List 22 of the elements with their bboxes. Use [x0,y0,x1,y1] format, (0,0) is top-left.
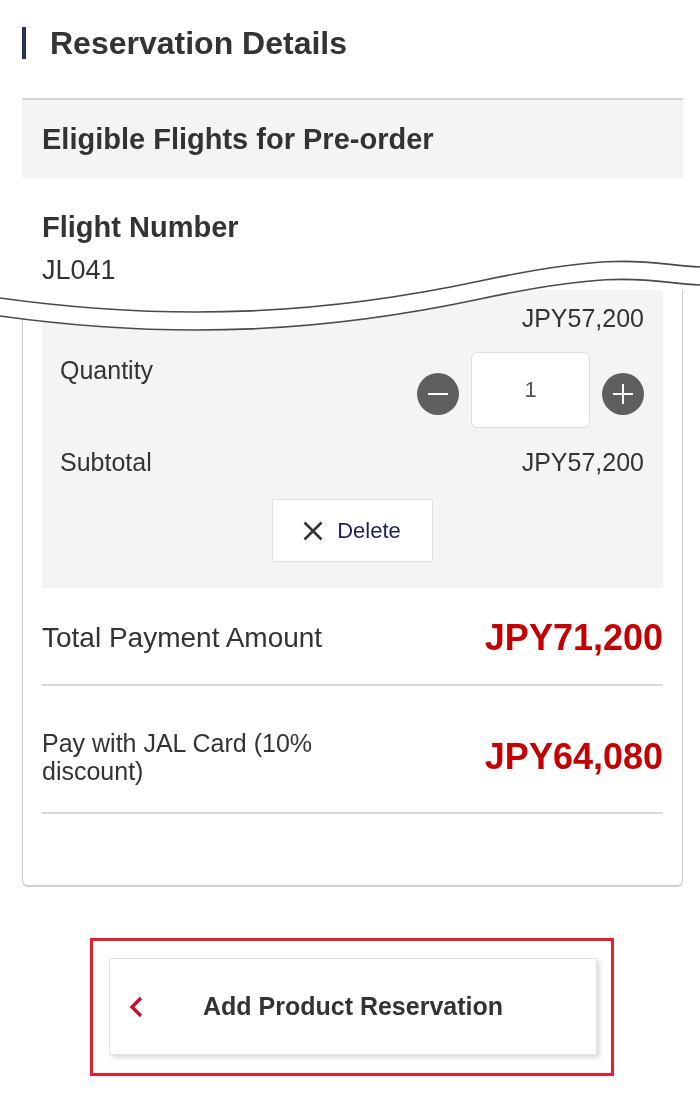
total-amount: JPY71,200 [484,618,663,658]
subtotal-amount: JPY57,200 [521,447,644,477]
flight-number: JL041 [42,254,116,287]
panel-header: Eligible Flights for Pre-order [22,98,683,178]
subtotal-label: Subtotal [60,447,152,477]
discount-label: Pay with JAL Card (10% discount) [42,729,314,785]
plus-icon [613,384,633,404]
section-title: Reservation Details [50,27,347,59]
unit-price: JPY57,200 [521,303,644,333]
field-label: Flight Number [42,210,239,244]
decrease-button[interactable] [417,373,459,415]
quantity-label: Quantity [60,355,154,385]
accent-bar [22,27,26,59]
x-icon [303,520,324,541]
discount-amount: JPY64,080 [484,737,663,777]
total-label: Total Payment Amount [42,622,323,654]
add-product-reservation-button[interactable]: Add Product Reservation [109,958,597,1055]
quantity-field[interactable]: 1 [471,352,590,428]
delete-button[interactable]: Delete [271,499,433,562]
minus-icon [428,393,448,395]
increase-button[interactable] [602,373,644,415]
chevron-left-icon [129,995,143,1018]
